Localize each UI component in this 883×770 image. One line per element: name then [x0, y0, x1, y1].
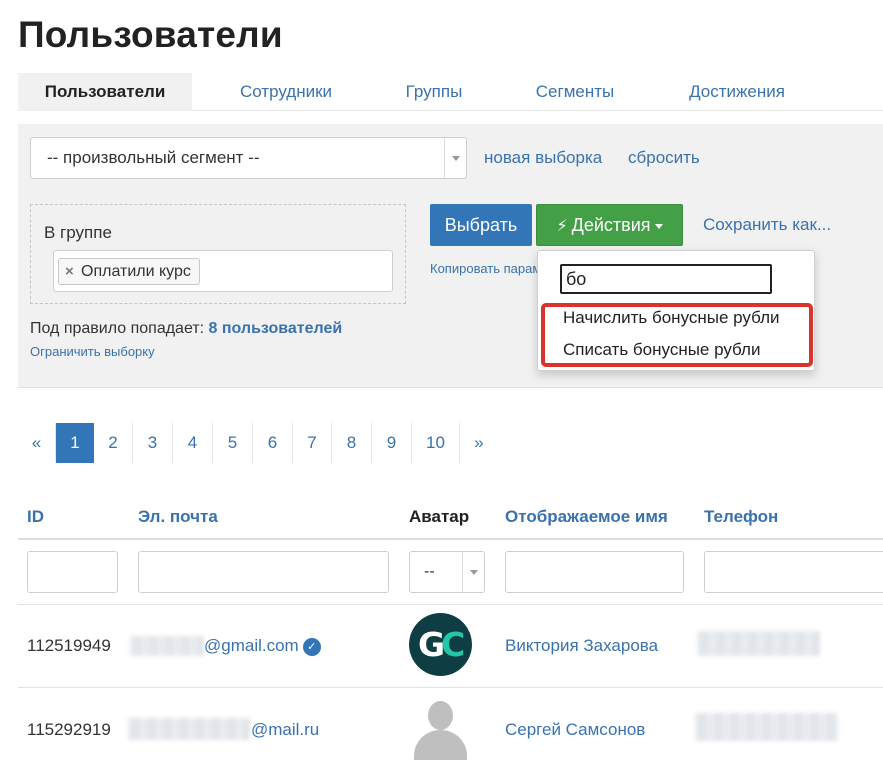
- column-header-id[interactable]: ID: [27, 507, 44, 527]
- copy-params-link[interactable]: Копировать параметры: [430, 261, 540, 276]
- name-filter-input[interactable]: [505, 551, 684, 593]
- new-selection-link[interactable]: новая выборка: [484, 148, 602, 168]
- column-header-avatar: Аватар: [409, 507, 470, 526]
- group-tag-input[interactable]: × Оплатили курс: [53, 250, 393, 292]
- page-1[interactable]: 1: [56, 423, 94, 463]
- segment-select-value: -- произвольный сегмент --: [47, 148, 260, 167]
- person-body-shape: [414, 730, 467, 760]
- row-1-email-text: @gmail.com: [204, 636, 299, 655]
- page-6[interactable]: 6: [253, 423, 293, 463]
- rule-count-link[interactable]: 8 пользователей: [209, 320, 343, 337]
- dropdown-item-remove-bonus[interactable]: Списать бонусные рубли: [563, 340, 760, 360]
- save-as-link[interactable]: Сохранить как...: [703, 215, 831, 235]
- segment-select-arrow[interactable]: [444, 138, 466, 178]
- row-divider: [18, 687, 883, 688]
- email-redacted: [130, 636, 204, 656]
- default-person-avatar[interactable]: [409, 697, 472, 760]
- row-1-email[interactable]: @gmail.com ✓: [204, 636, 321, 656]
- page-10[interactable]: 10: [412, 423, 460, 463]
- group-tag-label: Оплатили курс: [81, 263, 191, 280]
- row-2-id: 115292919: [27, 720, 111, 739]
- caret-down-icon: [654, 223, 663, 229]
- phone-filter-input[interactable]: [704, 551, 883, 593]
- limit-selection-link[interactable]: Ограничить выборку: [30, 344, 155, 359]
- row-2-display-name[interactable]: Сергей Самсонов: [505, 720, 645, 740]
- dropdown-search-input[interactable]: бо: [560, 264, 772, 294]
- tab-achievements[interactable]: Достижения: [662, 73, 812, 111]
- select-button[interactable]: Выбрать: [430, 204, 532, 246]
- group-filter-box: В группе × Оплатили курс: [30, 204, 406, 304]
- tab-users[interactable]: Пользователи: [18, 73, 192, 111]
- rule-text: Под правило попадает:: [30, 320, 205, 337]
- group-tag: × Оплатили курс: [58, 258, 200, 285]
- segment-select[interactable]: -- произвольный сегмент --: [30, 137, 467, 179]
- dropdown-item-add-bonus[interactable]: Начислить бонусные рубли: [563, 308, 780, 328]
- group-label: В группе: [44, 223, 112, 242]
- tab-segments[interactable]: Сегменты: [488, 73, 662, 111]
- pagination-prev[interactable]: «: [18, 423, 56, 463]
- pagination: « 1 2 3 4 5 6 7 8 9 10 »: [18, 423, 498, 463]
- page-2[interactable]: 2: [94, 423, 133, 463]
- remove-tag-icon[interactable]: ×: [65, 259, 74, 284]
- column-header-phone[interactable]: Телефон: [704, 507, 778, 527]
- verified-check-icon: ✓: [302, 637, 321, 656]
- email-filter-input[interactable]: [138, 551, 389, 593]
- tab-groups[interactable]: Группы: [380, 73, 488, 111]
- person-head-shape: [428, 701, 453, 730]
- chevron-down-icon: [469, 570, 478, 575]
- pagination-next[interactable]: »: [460, 423, 498, 463]
- rule-summary: Под правило попадает: 8 пользователей: [30, 320, 342, 338]
- page-9[interactable]: 9: [372, 423, 412, 463]
- phone-redacted: [697, 631, 820, 656]
- lightning-bolt-icon: ⚡: [556, 218, 568, 235]
- row-divider: [18, 604, 883, 605]
- reset-link[interactable]: сбросить: [628, 148, 700, 168]
- table-header-divider: [18, 538, 883, 540]
- actions-dropdown: бо Начислить бонусные рубли Списать бону…: [537, 250, 815, 371]
- logo-letter-c: C: [441, 625, 466, 664]
- avatar-filter-value: --: [424, 563, 435, 580]
- page-8[interactable]: 8: [332, 423, 372, 463]
- page-3[interactable]: 3: [133, 423, 173, 463]
- column-header-email[interactable]: Эл. почта: [138, 507, 218, 527]
- page-4[interactable]: 4: [173, 423, 213, 463]
- avatar-filter-arrow[interactable]: [462, 552, 484, 592]
- tabs-nav: Пользователи Сотрудники Группы Сегменты …: [18, 73, 883, 111]
- id-filter-input[interactable]: [27, 551, 118, 593]
- gc-logo-avatar[interactable]: G C: [409, 613, 472, 676]
- chevron-down-icon: [451, 156, 460, 161]
- row-1-id: 112519949: [27, 636, 111, 655]
- page-title: Пользователи: [18, 14, 283, 55]
- row-2-email[interactable]: @mail.ru: [251, 720, 319, 740]
- tab-employees[interactable]: Сотрудники: [192, 73, 380, 111]
- actions-button[interactable]: ⚡ Действия: [536, 204, 683, 246]
- page-5[interactable]: 5: [213, 423, 253, 463]
- row-1-display-name[interactable]: Виктория Захарова: [505, 636, 658, 656]
- column-header-display-name[interactable]: Отображаемое имя: [505, 507, 668, 527]
- actions-button-label: Действия: [571, 215, 651, 235]
- phone-redacted: [695, 713, 838, 741]
- page-7[interactable]: 7: [293, 423, 332, 463]
- avatar-filter-select[interactable]: --: [409, 551, 485, 593]
- email-redacted: [128, 718, 250, 740]
